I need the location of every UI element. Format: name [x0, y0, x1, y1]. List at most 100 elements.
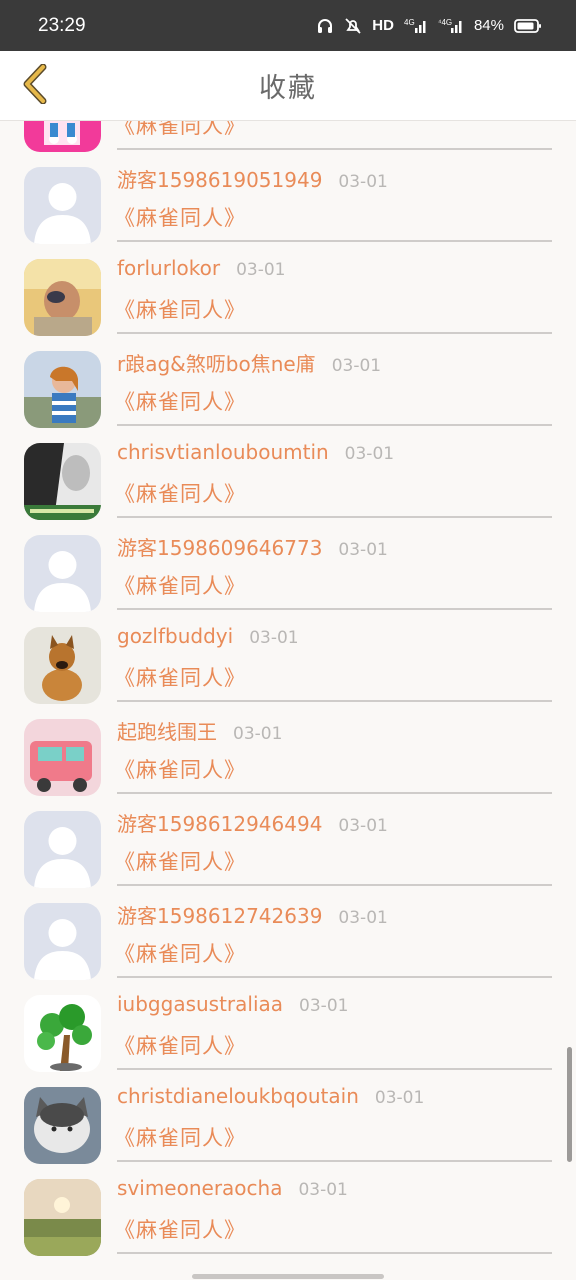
avatar	[24, 121, 101, 152]
favorite-item[interactable]: 《麻雀同人》	[0, 121, 576, 156]
avatar	[24, 535, 101, 612]
favorite-work-title[interactable]: 《麻雀同人》	[114, 478, 246, 508]
avatar	[24, 259, 101, 336]
avatar	[24, 719, 101, 796]
favorite-date: 03-01	[331, 356, 382, 376]
favorite-name-line: 游客1598612742639 03-01	[117, 900, 388, 930]
divider	[117, 148, 552, 150]
avatar	[24, 1087, 101, 1164]
divider	[117, 332, 552, 334]
signal-4g-icon: 4G	[404, 17, 428, 35]
favorite-user-name: chrisvtianlouboumtin	[117, 440, 329, 464]
divider	[117, 240, 552, 242]
back-button[interactable]	[10, 59, 58, 113]
favorite-user-name: 游客1598612742639	[117, 904, 323, 928]
avatar	[24, 995, 101, 1072]
avatar	[24, 443, 101, 520]
favorite-item[interactable]: gozlfbuddyi 03-01 《麻雀同人》	[0, 616, 576, 708]
favorite-work-title[interactable]: 《麻雀同人》	[114, 386, 246, 416]
favorite-date: 03-01	[338, 816, 388, 836]
favorite-date: 03-01	[233, 724, 283, 744]
status-time: 23:29	[38, 14, 86, 36]
status-bar: 23:29 HD 4G ⁴4G 84%	[0, 0, 576, 51]
favorite-item[interactable]: 游客1598612946494 03-01 《麻雀同人》	[0, 800, 576, 892]
favorite-item[interactable]: 游客1598619051949 03-01 《麻雀同人》	[0, 156, 576, 248]
favorite-work-title[interactable]: 《麻雀同人》	[114, 121, 246, 140]
favorites-list-inner: 《麻雀同人》 游客1598619051949 03-01 《麻雀同人》 forl…	[0, 121, 576, 1260]
favorite-work-title[interactable]: 《麻雀同人》	[114, 202, 246, 232]
favorite-work-title[interactable]: 《麻雀同人》	[114, 846, 246, 876]
favorite-item[interactable]: forlurlokor 03-01 《麻雀同人》	[0, 248, 576, 340]
app-header: 收藏	[0, 51, 576, 121]
signal-4g-icon: ⁴4G	[438, 17, 464, 35]
svg-text:⁴4G: ⁴4G	[438, 18, 452, 27]
favorite-user-name: 起跑线围王	[117, 720, 217, 744]
favorite-name-line: 游客1598609646773 03-01	[117, 532, 388, 562]
divider	[117, 608, 552, 610]
divider	[117, 976, 552, 978]
favorite-item[interactable]: chrisvtianlouboumtin 03-01 《麻雀同人》	[0, 432, 576, 524]
favorite-user-name: 游客1598609646773	[117, 536, 323, 560]
favorite-date: 03-01	[236, 260, 286, 280]
divider	[117, 1068, 552, 1070]
svg-text:4G: 4G	[404, 18, 415, 27]
divider	[117, 1252, 552, 1254]
favorite-item[interactable]: 游客1598609646773 03-01 《麻雀同人》	[0, 524, 576, 616]
favorite-work-title[interactable]: 《麻雀同人》	[114, 294, 246, 324]
chevron-left-icon	[19, 63, 49, 108]
avatar	[24, 1179, 101, 1256]
hd-icon: HD	[372, 17, 394, 34]
battery-percent: 84%	[473, 17, 504, 34]
divider	[117, 700, 552, 702]
favorite-item[interactable]: 游客1598612742639 03-01 《麻雀同人》	[0, 892, 576, 984]
favorite-date: 03-01	[344, 444, 395, 464]
favorite-name-line: svimeoneraocha 03-01	[117, 1176, 348, 1206]
favorite-user-name: r踉ag&煞呖bo焦ne庯	[117, 352, 316, 376]
avatar	[24, 627, 101, 704]
divider	[117, 516, 552, 518]
favorite-work-title[interactable]: 《麻雀同人》	[114, 938, 246, 968]
favorite-item[interactable]: svimeoneraocha 03-01 《麻雀同人》	[0, 1168, 576, 1260]
favorite-name-line: iubggasustraliaa 03-01	[117, 992, 348, 1022]
favorite-name-line: christdianeloukbqoutain 03-01	[117, 1084, 424, 1114]
favorite-date: 03-01	[249, 628, 299, 648]
favorite-item[interactable]: iubggasustraliaa 03-01 《麻雀同人》	[0, 984, 576, 1076]
favorite-work-title[interactable]: 《麻雀同人》	[114, 662, 246, 692]
favorite-work-title[interactable]: 《麻雀同人》	[114, 570, 246, 600]
favorite-item[interactable]: 起跑线围王 03-01 《麻雀同人》	[0, 708, 576, 800]
favorite-user-name: forlurlokor	[117, 256, 221, 280]
battery-icon	[514, 18, 542, 34]
favorite-item[interactable]: r踉ag&煞呖bo焦ne庯 03-01 《麻雀同人》	[0, 340, 576, 432]
favorite-item[interactable]: christdianeloukbqoutain 03-01 《麻雀同人》	[0, 1076, 576, 1168]
favorite-user-name: gozlfbuddyi	[117, 624, 234, 648]
favorite-date: 03-01	[298, 1180, 348, 1200]
favorite-name-line: 游客1598612946494 03-01	[117, 808, 388, 838]
scrollbar[interactable]	[567, 1047, 572, 1162]
favorite-work-title[interactable]: 《麻雀同人》	[114, 1214, 246, 1244]
favorite-work-title[interactable]: 《麻雀同人》	[114, 1122, 246, 1152]
favorite-user-name: 游客1598612946494	[117, 812, 323, 836]
favorite-name-line: gozlfbuddyi 03-01	[117, 624, 299, 654]
favorite-date: 03-01	[338, 540, 388, 560]
divider	[117, 1160, 552, 1162]
home-indicator[interactable]	[192, 1274, 384, 1279]
favorite-name-line: r踉ag&煞呖bo焦ne庯 03-01	[117, 348, 381, 378]
favorite-name-line: 起跑线围王 03-01	[117, 716, 282, 746]
avatar	[24, 811, 101, 888]
favorite-name-line: forlurlokor 03-01	[117, 256, 285, 286]
favorite-date: 03-01	[374, 1088, 425, 1108]
favorite-work-title[interactable]: 《麻雀同人》	[114, 1030, 246, 1060]
divider	[117, 424, 552, 426]
favorite-user-name: svimeoneraocha	[117, 1176, 283, 1200]
status-icons: HD 4G ⁴4G 84%	[316, 17, 542, 35]
favorite-user-name: iubggasustraliaa	[117, 992, 284, 1016]
favorites-list[interactable]: 《麻雀同人》 游客1598619051949 03-01 《麻雀同人》 forl…	[0, 121, 576, 1280]
favorite-user-name: 游客1598619051949	[117, 168, 323, 192]
mute-icon	[344, 17, 362, 35]
avatar	[24, 351, 101, 428]
favorite-name-line: 游客1598619051949 03-01	[117, 164, 388, 194]
favorite-work-title[interactable]: 《麻雀同人》	[114, 754, 246, 784]
avatar	[24, 903, 101, 980]
favorite-name-line: chrisvtianlouboumtin 03-01	[117, 440, 394, 470]
favorite-date: 03-01	[338, 908, 388, 928]
